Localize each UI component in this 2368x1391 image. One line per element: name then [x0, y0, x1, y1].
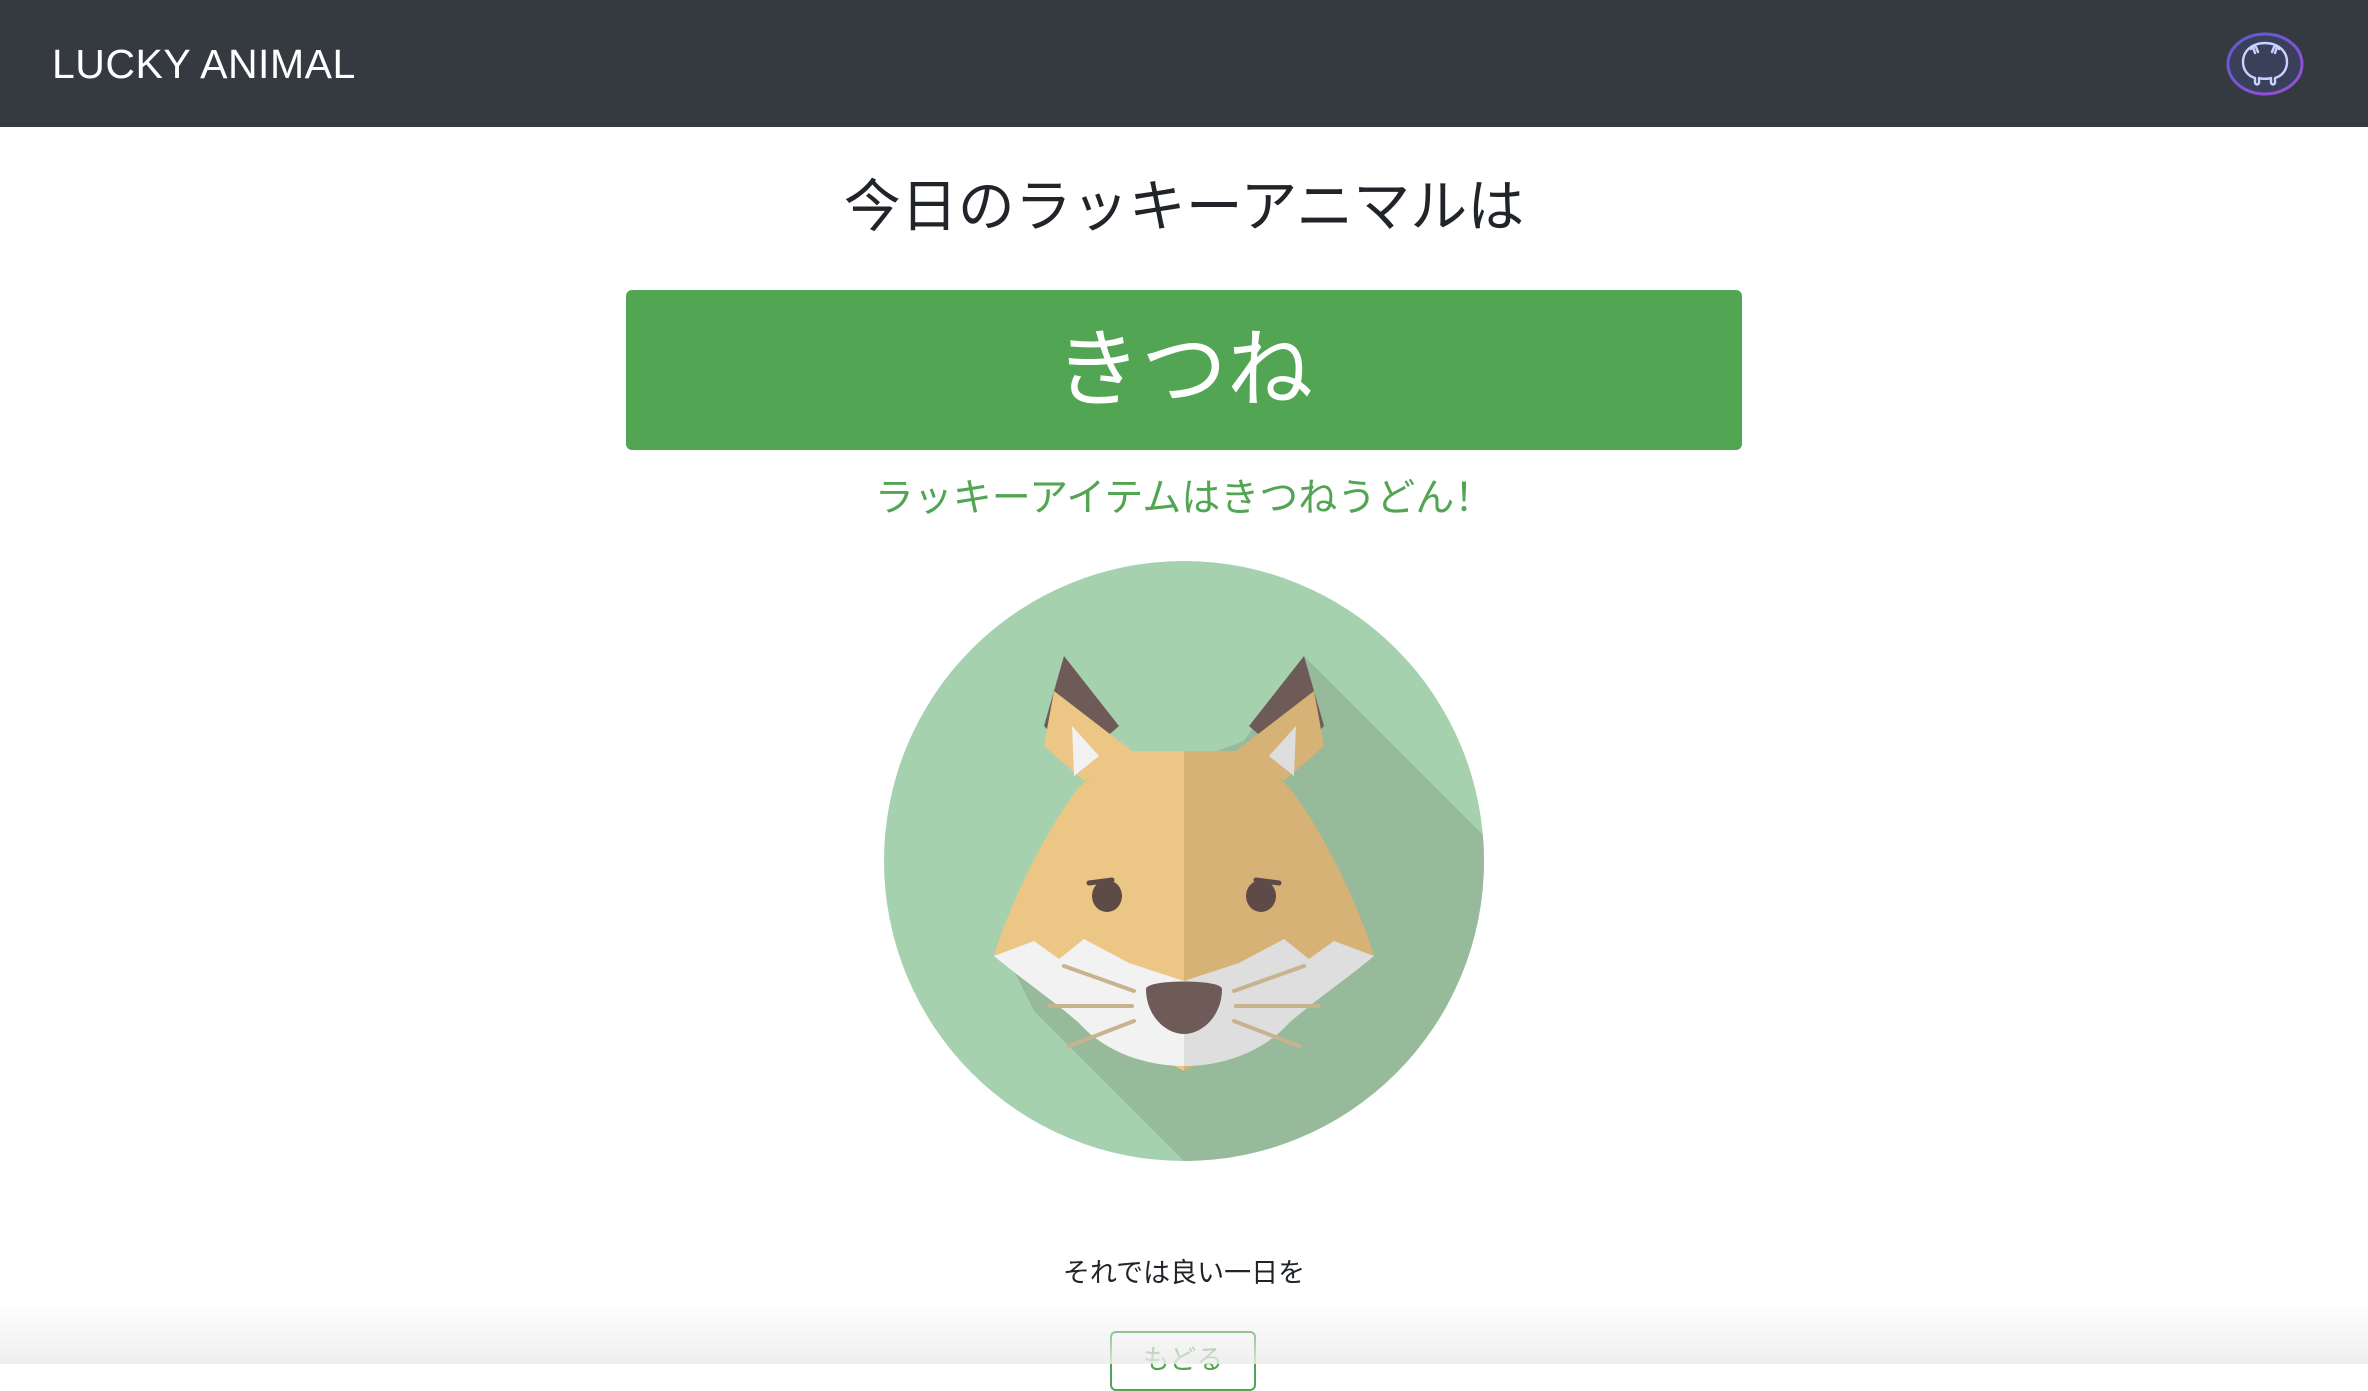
brand-title[interactable]: LUCKY ANIMAL — [52, 36, 356, 92]
back-button[interactable]: もどる — [1110, 1331, 1256, 1391]
page-heading: 今日のラッキーアニマルは — [843, 174, 1525, 240]
navbar: LUCKY ANIMAL — [0, 0, 2368, 127]
fox-icon — [884, 561, 1484, 1161]
github-icon — [2226, 32, 2304, 96]
main-content: 今日のラッキーアニマルは きつね ラッキーアイテムはきつねうどん！ それでは良い… — [0, 127, 2368, 1391]
github-link[interactable] — [2225, 31, 2305, 97]
animal-result-banner: きつね — [626, 290, 1742, 450]
lucky-item-text: ラッキーアイテムはきつねうどん！ — [874, 476, 1494, 521]
farewell-text: それでは良い一日を — [1062, 1258, 1306, 1289]
